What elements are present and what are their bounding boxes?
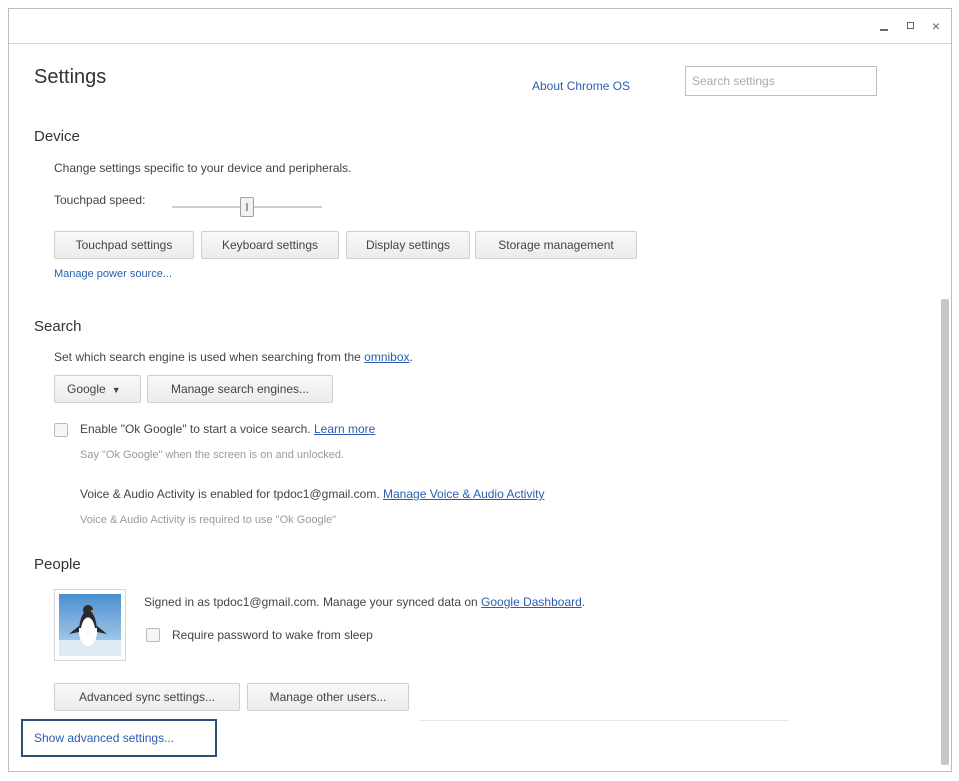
advanced-sync-settings-button[interactable]: Advanced sync settings...: [54, 683, 240, 711]
show-advanced-settings-link[interactable]: Show advanced settings...: [21, 719, 217, 757]
omnibox-link[interactable]: omnibox: [364, 350, 409, 364]
voice-activity-hint: Voice & Audio Activity is required to us…: [80, 514, 337, 526]
device-description: Change settings specific to your device …: [54, 161, 352, 175]
touchpad-settings-button[interactable]: Touchpad settings: [54, 231, 194, 259]
penguin-avatar-icon: [59, 594, 121, 656]
storage-management-button[interactable]: Storage management: [475, 231, 637, 259]
minimize-icon: [880, 29, 888, 31]
about-chrome-os-link[interactable]: About Chrome OS: [532, 79, 630, 93]
user-avatar[interactable]: [54, 589, 126, 661]
manage-other-users-button[interactable]: Manage other users...: [247, 683, 409, 711]
touchpad-speed-slider[interactable]: [240, 197, 254, 217]
search-engine-selected: Google: [67, 382, 106, 396]
voice-activity-status: Voice & Audio Activity is enabled for tp…: [80, 487, 380, 501]
manage-voice-activity-link[interactable]: Manage Voice & Audio Activity: [383, 487, 544, 501]
keyboard-settings-button[interactable]: Keyboard settings: [201, 231, 339, 259]
footer-divider: [419, 720, 789, 721]
device-section-title: Device: [34, 128, 80, 145]
touchpad-speed-label: Touchpad speed:: [54, 193, 146, 207]
voice-activity-text: Voice & Audio Activity is enabled for tp…: [80, 487, 544, 501]
signed-in-text: Signed in as tpdoc1@gmail.com. Manage yo…: [144, 595, 585, 609]
scrollbar-thumb[interactable]: [941, 299, 949, 765]
ok-google-hint: Say "Ok Google" when the screen is on an…: [80, 449, 345, 461]
maximize-icon: [906, 22, 914, 29]
google-dashboard-link[interactable]: Google Dashboard: [481, 595, 582, 609]
signed-in-status: Signed in as tpdoc1@gmail.com. Manage yo…: [144, 595, 482, 609]
search-engine-dropdown[interactable]: Google ▼: [54, 375, 141, 403]
search-settings-input[interactable]: [685, 66, 877, 96]
maximize-button[interactable]: [901, 17, 919, 35]
ok-google-label-text: Enable "Ok Google" to start a voice sear…: [80, 422, 311, 436]
close-icon: ×: [931, 18, 941, 34]
dropdown-arrow-icon: ▼: [111, 385, 121, 395]
manage-power-source-link[interactable]: Manage power source...: [54, 268, 172, 280]
search-section-title: Search: [34, 318, 82, 335]
require-password-label: Require password to wake from sleep: [172, 628, 373, 642]
display-settings-button[interactable]: Display settings: [346, 231, 470, 259]
scrollbar[interactable]: [939, 44, 951, 771]
close-button[interactable]: ×: [927, 17, 945, 35]
search-description-end: .: [409, 350, 413, 364]
learn-more-link[interactable]: Learn more: [314, 422, 375, 436]
require-password-checkbox[interactable]: [146, 628, 160, 642]
settings-window: × Settings About Chrome OS Device Change…: [8, 8, 952, 772]
search-description: Set which search engine is used when sea…: [54, 350, 413, 364]
title-bar: ×: [9, 9, 951, 44]
minimize-button[interactable]: [875, 17, 893, 35]
search-description-text: Set which search engine is used when sea…: [54, 350, 365, 364]
ok-google-checkbox[interactable]: [54, 423, 68, 437]
page-title: Settings: [34, 66, 107, 88]
manage-search-engines-button[interactable]: Manage search engines...: [147, 375, 333, 403]
signed-in-end: .: [581, 595, 586, 609]
people-section-title: People: [34, 556, 81, 573]
ok-google-label: Enable "Ok Google" to start a voice sear…: [80, 422, 375, 436]
